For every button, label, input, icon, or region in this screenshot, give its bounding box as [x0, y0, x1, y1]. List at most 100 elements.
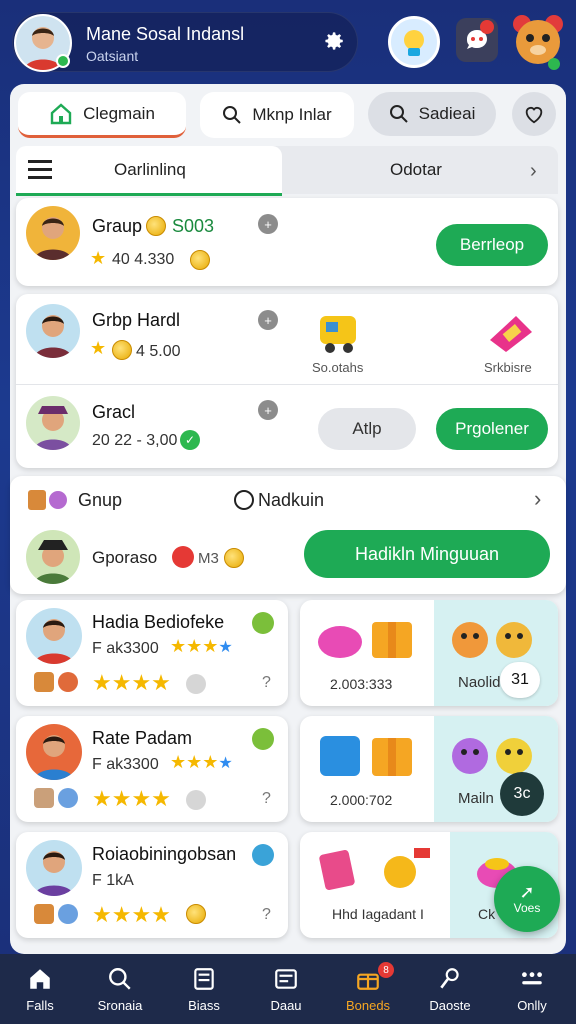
heart-icon: [525, 107, 543, 124]
avatar: [26, 530, 80, 584]
nav-search[interactable]: Sronaia: [84, 958, 156, 1024]
join-button[interactable]: Berrleop: [436, 224, 548, 266]
coin-icon: [146, 216, 166, 241]
fab-label: Voes: [513, 901, 541, 915]
rating-stars: ★★★★: [170, 636, 233, 656]
tab-sadieai[interactable]: Sadieai: [368, 92, 496, 136]
row-name: Gracl: [92, 402, 136, 422]
row-stat: 40 4.330: [112, 251, 175, 268]
group-icon: [26, 488, 70, 512]
coin-icon: [112, 340, 132, 365]
home-icon: [30, 969, 50, 989]
nav-home[interactable]: Falls: [4, 958, 76, 1024]
sub-tab-right-label[interactable]: Odotar: [390, 160, 442, 180]
promo-badge: M3: [198, 550, 219, 567]
favorite-heart-button[interactable]: [512, 92, 556, 136]
tab-clegmain[interactable]: Clegmain: [18, 92, 186, 138]
level-icon: [252, 612, 274, 634]
chevron-right-icon[interactable]: ›: [534, 486, 541, 512]
red-token-icon: [172, 546, 194, 568]
section-mid-label: Nadkuin: [258, 490, 325, 510]
clock-icon: [234, 490, 254, 510]
help-icon[interactable]: ?: [262, 906, 271, 924]
card-name: Roiaobiningobsan: [92, 844, 237, 864]
home-icon: [50, 102, 72, 124]
info-icon[interactable]: +: [258, 400, 278, 420]
pets-icon: [448, 612, 540, 666]
nav-label: Onlly: [517, 998, 547, 1013]
secondary-button[interactable]: Atlp: [318, 408, 416, 450]
avatar: [26, 396, 80, 450]
help-icon[interactable]: ?: [262, 674, 271, 692]
info-icon[interactable]: +: [258, 214, 278, 234]
online-dot: [56, 54, 70, 68]
row-name: Grbp Hardl: [92, 310, 181, 330]
coin-grey-icon: [186, 790, 206, 810]
list-icon: [194, 968, 214, 990]
sub-tab-left-label: Oarlinlinq: [114, 160, 186, 179]
star-icon: ★: [90, 248, 107, 268]
calendar-gift-icon: [316, 728, 420, 782]
nav-label: Sronaia: [97, 998, 143, 1013]
tile-value: 2.003:333: [330, 676, 393, 692]
avatar: [26, 304, 80, 358]
rating-stars: ★★★★: [170, 752, 233, 772]
chevron-right-icon[interactable]: ›: [530, 160, 537, 183]
count-badge[interactable]: 3c: [500, 772, 544, 816]
check-icon: ✓: [180, 430, 200, 450]
search-icon: [389, 105, 408, 123]
nav-label: Biass: [188, 998, 220, 1013]
mascot-icon[interactable]: [510, 12, 566, 72]
tile-label: Ck: [478, 906, 496, 922]
item-label: So.otahs: [312, 360, 364, 375]
avatar: [26, 206, 80, 260]
gift-icon: [316, 612, 420, 662]
tile-label: Mailn: [458, 790, 494, 807]
mini-items-icon: [32, 902, 82, 926]
menu-icon[interactable]: [28, 158, 52, 180]
tab-mknp-inlar[interactable]: Mknp Inlar: [200, 92, 354, 138]
more-icon: [522, 972, 542, 985]
level-icon: [252, 728, 274, 750]
settings-gear-icon[interactable]: [320, 28, 346, 54]
star-icon: ★: [90, 338, 107, 358]
info-icon[interactable]: +: [258, 310, 278, 330]
mini-items-icon: [32, 786, 82, 810]
pin-icon: [440, 968, 459, 989]
search-icon: [223, 106, 242, 124]
coin-icon: [224, 548, 244, 573]
help-icon[interactable]: ?: [262, 790, 271, 808]
card-line: F ak3300: [92, 640, 159, 657]
row-stat: 4 5.00: [136, 343, 181, 360]
primary-button[interactable]: Prgolener: [436, 408, 548, 450]
card-line: F 1kA: [92, 872, 134, 889]
count-badge: 31: [500, 662, 540, 698]
coin-icon: [190, 250, 210, 275]
nav-data[interactable]: Daau: [250, 958, 322, 1024]
floating-action-button[interactable]: ➚ Voes: [494, 866, 560, 932]
row-divider: [16, 384, 558, 385]
nav-label: Falls: [26, 998, 54, 1013]
card-line: F ak3300: [92, 756, 159, 773]
mini-items-icon: [32, 670, 82, 694]
card-name: Hadia Bediofeke: [92, 612, 225, 632]
game-items-icon: [316, 842, 436, 896]
tile-value: Hhd Iagadant I: [332, 906, 424, 922]
row-name: Graup: [92, 216, 143, 236]
promo-name: Gporaso: [92, 548, 158, 567]
search-icon: [109, 968, 131, 990]
nav-list[interactable]: Biass: [168, 958, 240, 1024]
tab-label: Clegmain: [83, 103, 155, 123]
promo-button[interactable]: Hadikln Minguuan: [304, 530, 550, 578]
row-amount: S003: [172, 216, 215, 236]
nav-more[interactable]: Onlly: [496, 958, 568, 1024]
heart-badge-icon: [252, 844, 274, 866]
lamp-badge-icon[interactable]: [388, 16, 440, 68]
truck-icon[interactable]: [316, 312, 364, 356]
tab-label: Sadieai: [418, 104, 476, 123]
nav-label: Daau: [270, 998, 302, 1013]
item-label: Srkbisre: [484, 360, 532, 375]
nav-map[interactable]: Daoste: [414, 958, 486, 1024]
ticket-icon[interactable]: [484, 310, 538, 356]
document-icon: [275, 969, 297, 989]
